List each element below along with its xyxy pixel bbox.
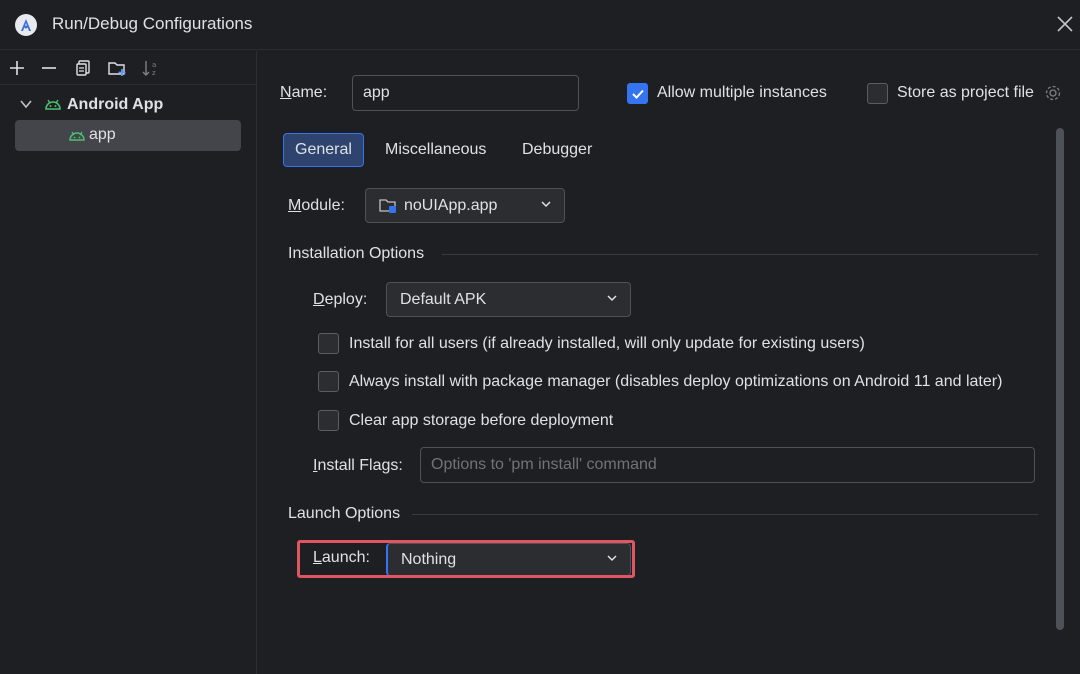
android-icon (44, 96, 62, 112)
module-folder-icon (378, 197, 398, 220)
install-all-users-checkbox[interactable] (318, 333, 339, 354)
chevron-down-icon (540, 197, 552, 215)
module-dropdown[interactable]: noUIApp.app (365, 188, 565, 223)
tab-debugger[interactable]: Debugger (511, 133, 603, 167)
copy-icon[interactable] (72, 57, 94, 79)
clear-storage-checkbox[interactable] (318, 410, 339, 431)
tab-miscellaneous[interactable]: Miscellaneous (374, 133, 497, 167)
tree-item-app[interactable] (15, 120, 241, 151)
sort-az-icon[interactable]: az (140, 57, 162, 79)
deploy-label: Deploy: (313, 291, 368, 308)
install-flags-label: Install Flags: (313, 457, 403, 474)
name-label: Name: (280, 84, 328, 101)
highlight-box (297, 540, 635, 578)
name-input[interactable]: app (352, 75, 579, 111)
store-project-label: Store as project file (897, 84, 1034, 101)
tree-item-label: app (89, 126, 116, 143)
always-install-pm-label: Always install with package manager (dis… (349, 373, 1003, 390)
deploy-dropdown[interactable]: Default APK (386, 282, 631, 317)
android-studio-logo-icon (15, 14, 37, 36)
chevron-down-icon (606, 291, 618, 309)
gear-icon[interactable] (1044, 84, 1062, 102)
window-title: Run/Debug Configurations (52, 14, 253, 33)
allow-multiple-label: Allow multiple instances (657, 84, 827, 101)
install-flags-placeholder: Options to 'pm install' command (431, 456, 657, 473)
svg-text:z: z (152, 69, 156, 77)
chevron-down-icon[interactable] (18, 96, 34, 112)
install-all-users-label: Install for all users (if already instal… (349, 335, 865, 352)
launch-section-title: Launch Options (288, 505, 401, 522)
new-folder-icon[interactable] (106, 57, 128, 79)
store-project-checkbox[interactable] (867, 83, 888, 104)
allow-multiple-checkbox[interactable] (627, 83, 648, 104)
close-icon[interactable] (1053, 12, 1077, 36)
deploy-value: Default APK (400, 291, 487, 308)
vertical-scrollbar[interactable] (1056, 128, 1064, 630)
installation-section-title: Installation Options (288, 245, 425, 262)
module-value: noUIApp.app (404, 197, 498, 214)
tree-group-android-app[interactable]: Android App (67, 96, 163, 114)
minus-icon[interactable] (38, 57, 60, 79)
section-divider (412, 514, 1038, 515)
always-install-pm-checkbox[interactable] (318, 371, 339, 392)
svg-text:a: a (152, 61, 156, 69)
module-label: Module: (288, 197, 345, 214)
plus-icon[interactable] (6, 57, 28, 79)
section-divider (442, 254, 1038, 255)
tab-general[interactable]: General (283, 133, 364, 167)
install-flags-input[interactable]: Options to 'pm install' command (420, 447, 1035, 483)
android-icon (69, 127, 85, 143)
clear-storage-label: Clear app storage before deployment (349, 412, 614, 429)
